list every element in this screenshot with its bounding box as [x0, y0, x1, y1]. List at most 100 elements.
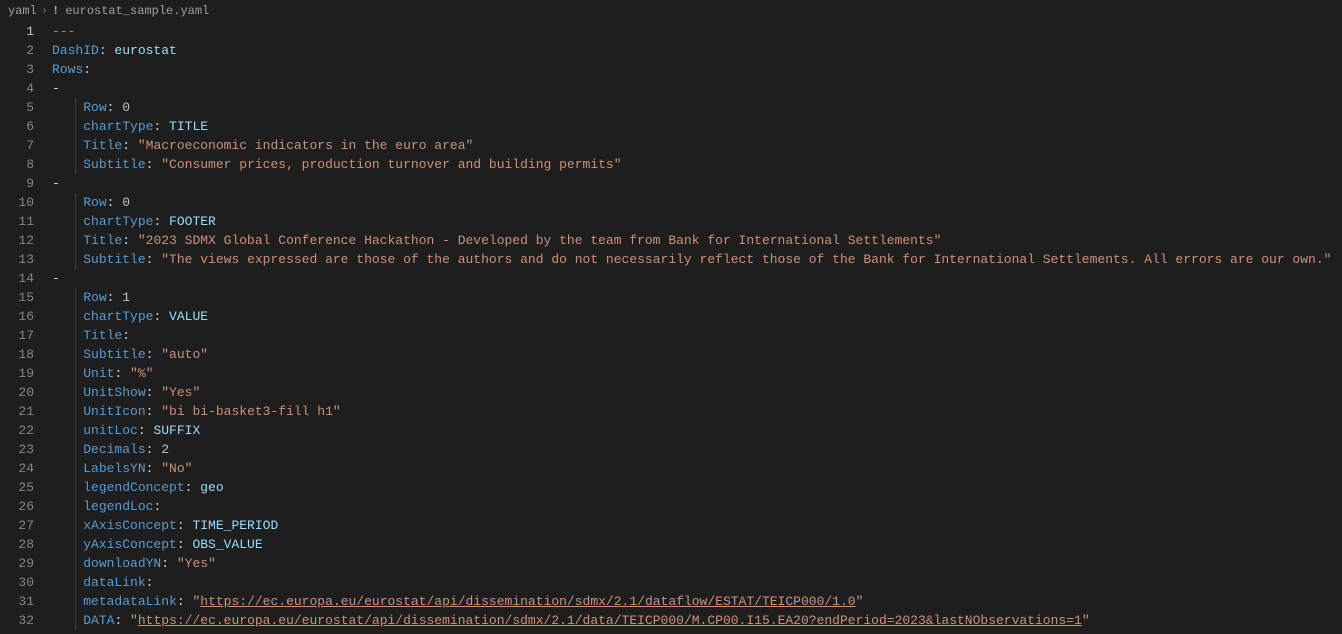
code-line[interactable]: UnitShow: "Yes" — [52, 383, 1342, 402]
code-line[interactable]: Unit: "%" — [52, 364, 1342, 383]
line-number[interactable]: 25 — [0, 478, 34, 497]
line-number[interactable]: 24 — [0, 459, 34, 478]
line-number[interactable]: 26 — [0, 497, 34, 516]
line-number[interactable]: 13 — [0, 250, 34, 269]
code-line[interactable]: dataLink: — [52, 573, 1342, 592]
line-number[interactable]: 7 — [0, 136, 34, 155]
line-number[interactable]: 27 — [0, 516, 34, 535]
line-number[interactable]: 18 — [0, 345, 34, 364]
code-token: : — [146, 461, 162, 476]
code-token: " — [1082, 613, 1090, 628]
code-token: - — [52, 271, 60, 286]
line-number[interactable]: 9 — [0, 174, 34, 193]
line-number[interactable]: 12 — [0, 231, 34, 250]
indent-guide — [75, 459, 76, 478]
line-number[interactable]: 4 — [0, 79, 34, 98]
line-number[interactable]: 1 — [0, 22, 34, 41]
code-line[interactable]: Title: "2023 SDMX Global Conference Hack… — [52, 231, 1342, 250]
code-token: "auto" — [161, 347, 208, 362]
code-token: : — [153, 499, 161, 514]
line-number[interactable]: 16 — [0, 307, 34, 326]
code-line[interactable]: Subtitle: "The views expressed are those… — [52, 250, 1342, 269]
indent-guide — [75, 573, 76, 592]
breadcrumb[interactable]: yaml › ! eurostat_sample.yaml — [0, 0, 1342, 22]
code-line[interactable]: Decimals: 2 — [52, 440, 1342, 459]
code-line[interactable]: xAxisConcept: TIME_PERIOD — [52, 516, 1342, 535]
line-number[interactable]: 21 — [0, 402, 34, 421]
code-token: TIME_PERIOD — [192, 518, 278, 533]
line-number[interactable]: 10 — [0, 193, 34, 212]
line-number[interactable]: 6 — [0, 117, 34, 136]
line-number[interactable]: 5 — [0, 98, 34, 117]
code-token: : — [99, 43, 115, 58]
code-line[interactable]: - — [52, 79, 1342, 98]
code-token: "Yes" — [177, 556, 216, 571]
code-line[interactable]: UnitIcon: "bi bi-basket3-fill h1" — [52, 402, 1342, 421]
line-number[interactable]: 32 — [0, 611, 34, 630]
line-number[interactable]: 31 — [0, 592, 34, 611]
line-number[interactable]: 11 — [0, 212, 34, 231]
code-line[interactable]: chartType: FOOTER — [52, 212, 1342, 231]
code-token: "Consumer prices, production turnover an… — [161, 157, 621, 172]
code-token: Subtitle — [83, 252, 145, 267]
code-token: : — [177, 518, 193, 533]
code-token: : — [114, 366, 130, 381]
code-area[interactable]: ---DashID: eurostatRows:- Row: 0 chartTy… — [52, 22, 1342, 634]
line-number[interactable]: 28 — [0, 535, 34, 554]
code-token: : — [146, 404, 162, 419]
indent-guide — [75, 554, 76, 573]
code-line[interactable]: chartType: TITLE — [52, 117, 1342, 136]
line-number[interactable]: 3 — [0, 60, 34, 79]
code-line[interactable]: legendConcept: geo — [52, 478, 1342, 497]
code-line[interactable]: Row: 0 — [52, 98, 1342, 117]
line-number[interactable]: 8 — [0, 155, 34, 174]
code-token: https://ec.europa.eu/eurostat/api/dissem… — [200, 594, 855, 609]
code-line[interactable]: --- — [52, 22, 1342, 41]
code-token: : — [146, 252, 162, 267]
code-editor[interactable]: 1234567891011121314151617181920212223242… — [0, 22, 1342, 634]
code-line[interactable]: Title: "Macroeconomic indicators in the … — [52, 136, 1342, 155]
breadcrumb-folder[interactable]: yaml — [8, 4, 37, 18]
indent-guide — [75, 288, 76, 307]
code-token: : — [146, 575, 154, 590]
breadcrumb-file[interactable]: eurostat_sample.yaml — [65, 4, 209, 18]
code-token: : — [146, 157, 162, 172]
code-line[interactable]: legendLoc: — [52, 497, 1342, 516]
code-line[interactable]: chartType: VALUE — [52, 307, 1342, 326]
line-number[interactable]: 22 — [0, 421, 34, 440]
code-line[interactable]: Row: 0 — [52, 193, 1342, 212]
code-token: metadataLink — [83, 594, 177, 609]
code-line[interactable]: Subtitle: "Consumer prices, production t… — [52, 155, 1342, 174]
code-line[interactable]: Row: 1 — [52, 288, 1342, 307]
line-number[interactable]: 29 — [0, 554, 34, 573]
code-line[interactable]: metadataLink: "https://ec.europa.eu/euro… — [52, 592, 1342, 611]
indent-guide — [75, 307, 76, 326]
line-number[interactable]: 23 — [0, 440, 34, 459]
code-line[interactable]: LabelsYN: "No" — [52, 459, 1342, 478]
code-line[interactable]: - — [52, 269, 1342, 288]
code-line[interactable]: DATA: "https://ec.europa.eu/eurostat/api… — [52, 611, 1342, 630]
line-number[interactable]: 20 — [0, 383, 34, 402]
code-token: Decimals — [83, 442, 145, 457]
code-token: dataLink — [83, 575, 145, 590]
line-number-gutter[interactable]: 1234567891011121314151617181920212223242… — [0, 22, 52, 634]
code-line[interactable]: - — [52, 174, 1342, 193]
code-token: : — [185, 480, 201, 495]
line-number[interactable]: 15 — [0, 288, 34, 307]
code-line[interactable]: Title: — [52, 326, 1342, 345]
line-number[interactable]: 19 — [0, 364, 34, 383]
code-line[interactable]: yAxisConcept: OBS_VALUE — [52, 535, 1342, 554]
line-number[interactable]: 2 — [0, 41, 34, 60]
code-token: : — [122, 233, 138, 248]
code-line[interactable]: Rows: — [52, 60, 1342, 79]
code-line[interactable]: unitLoc: SUFFIX — [52, 421, 1342, 440]
code-token: Subtitle — [83, 157, 145, 172]
code-line[interactable]: DashID: eurostat — [52, 41, 1342, 60]
line-number[interactable]: 30 — [0, 573, 34, 592]
code-line[interactable]: Subtitle: "auto" — [52, 345, 1342, 364]
line-number[interactable]: 17 — [0, 326, 34, 345]
line-number[interactable]: 14 — [0, 269, 34, 288]
code-line[interactable]: downloadYN: "Yes" — [52, 554, 1342, 573]
code-token: Title — [83, 328, 122, 343]
code-token: " — [856, 594, 864, 609]
